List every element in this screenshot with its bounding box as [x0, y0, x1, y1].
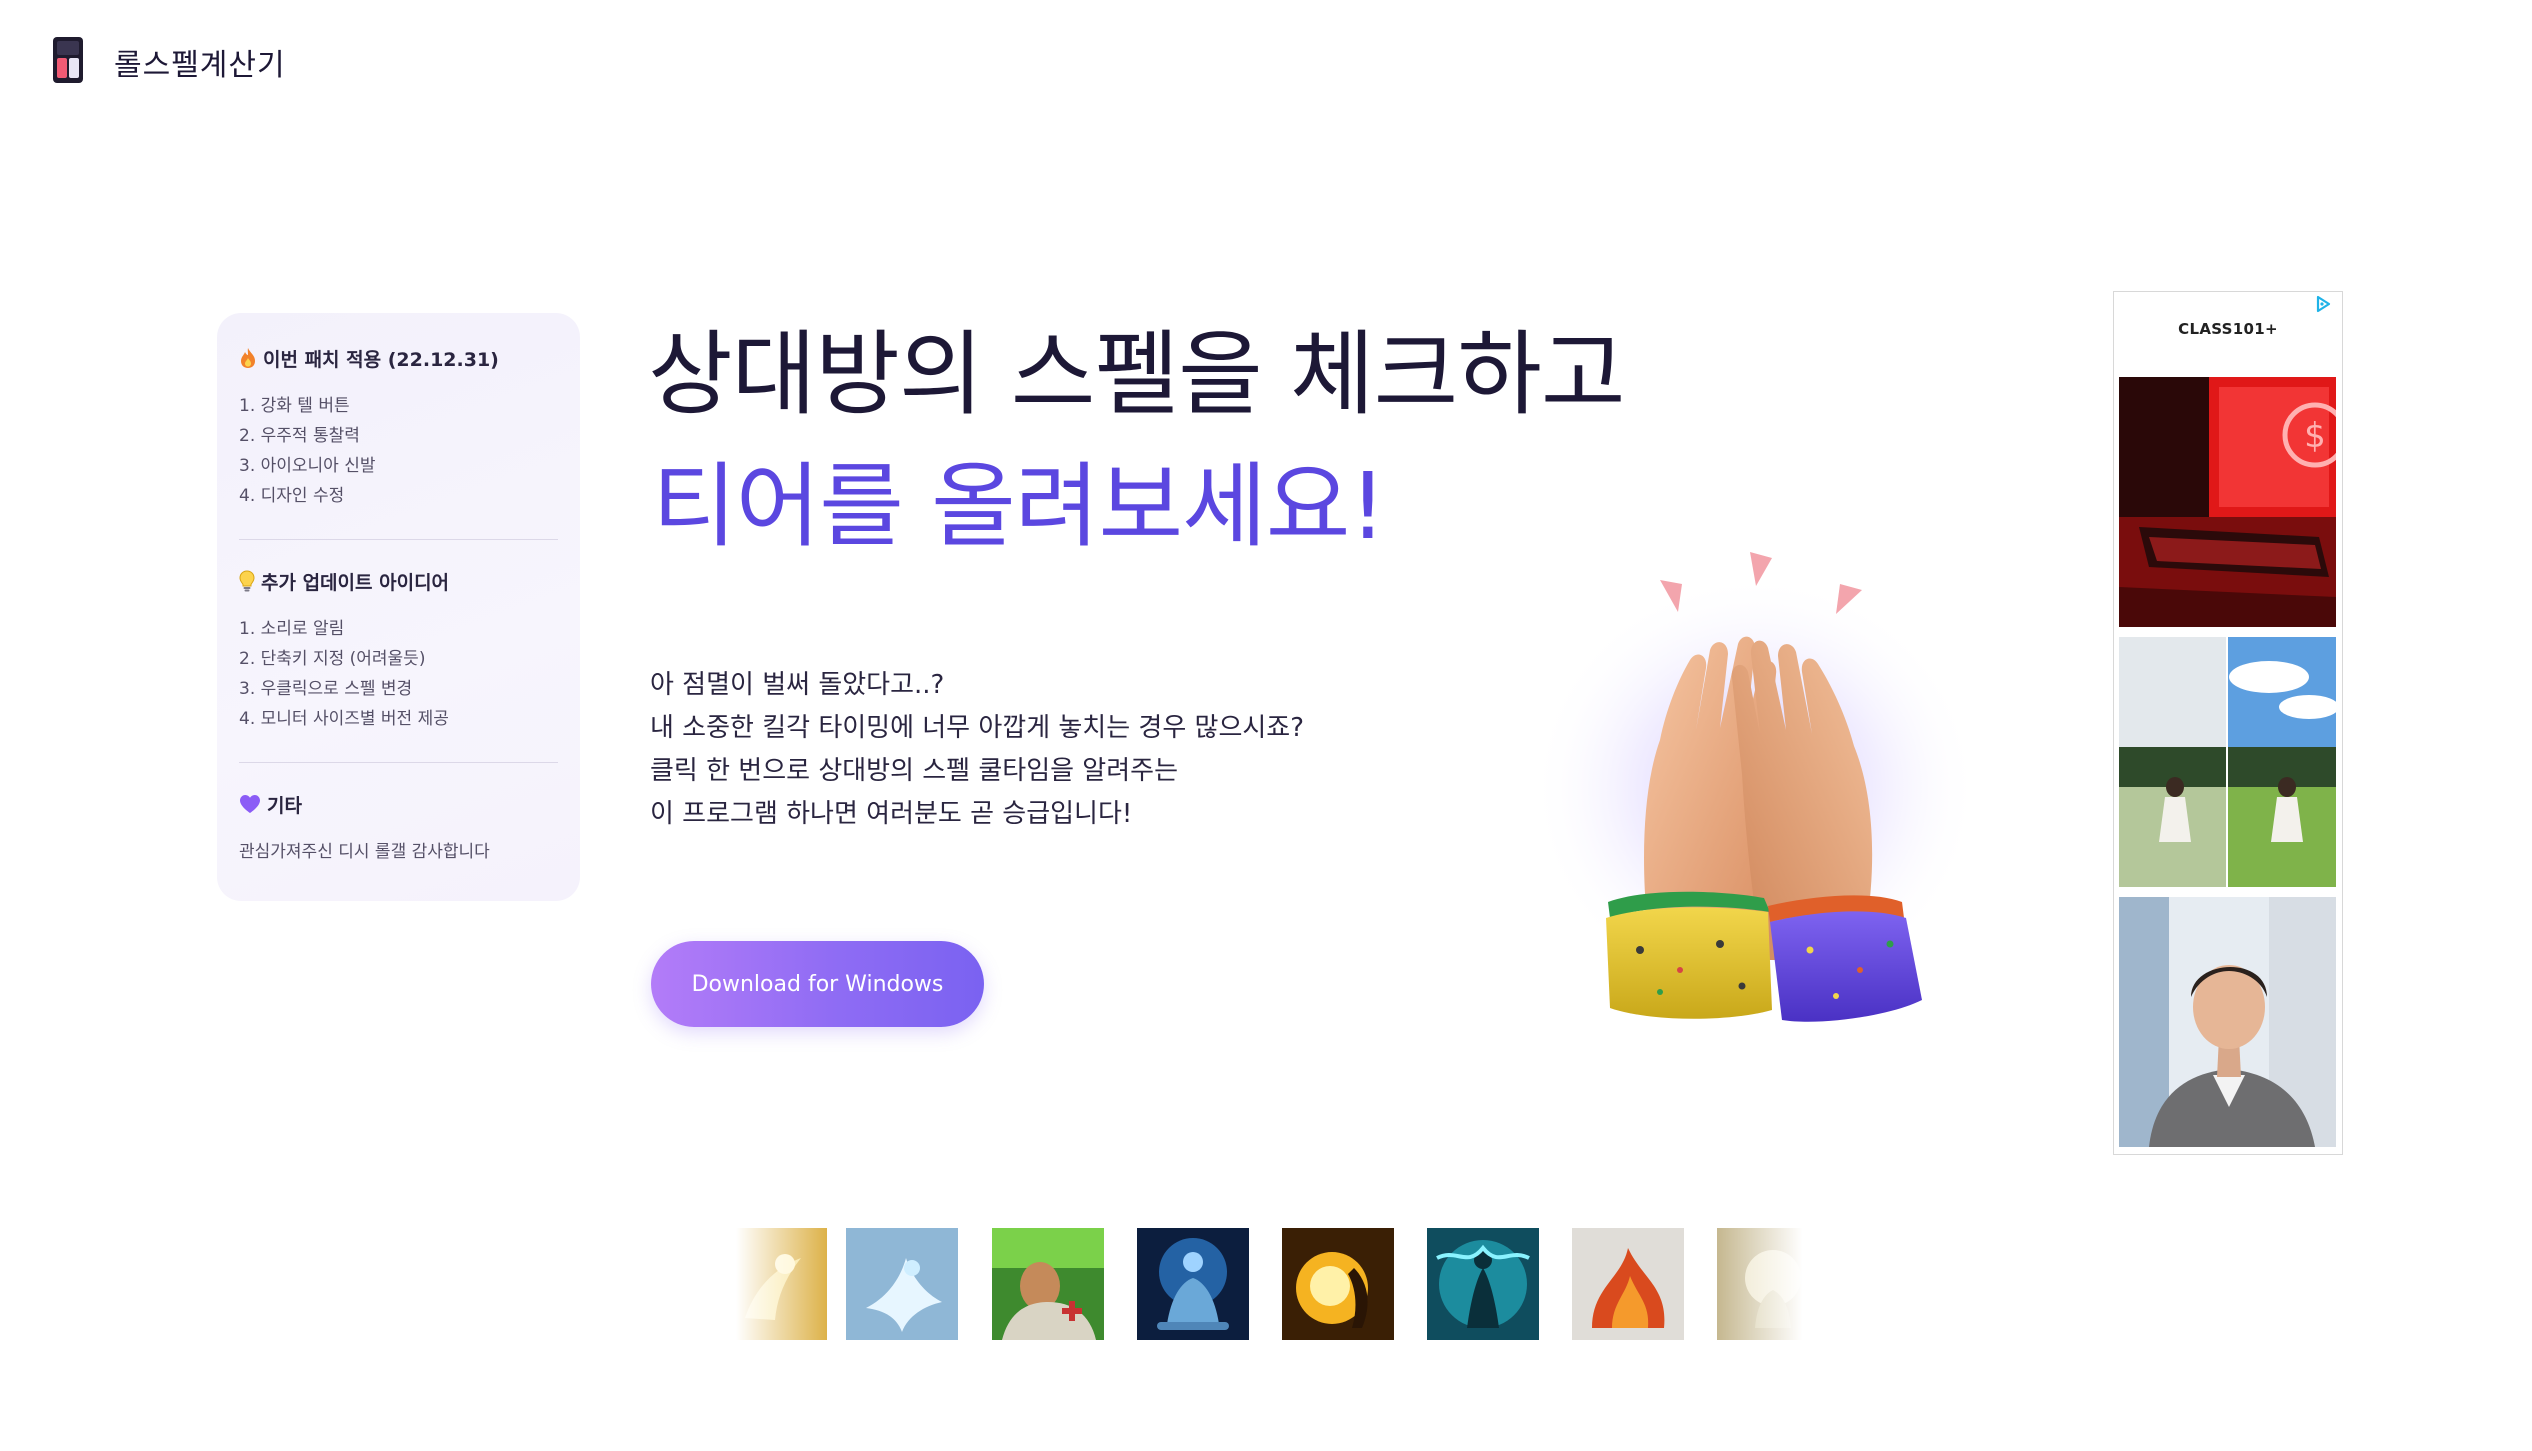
description-line: 이 프로그램 하나면 여러분도 곧 승급입니다!	[650, 799, 1133, 829]
ad-choices-icon[interactable]	[2314, 295, 2332, 317]
notes-item: 4. 모니터 사이즈별 버전 제공	[239, 709, 449, 729]
brand-name[interactable]: 롤스펠계산기	[114, 40, 286, 84]
notes-heading-current-patch: 이번 패치 적용 (22.12.31)	[263, 348, 499, 371]
app-logo-icon[interactable]	[52, 36, 84, 84]
notes-item: 2. 단축키 지정 (어려울듯)	[239, 649, 426, 669]
notes-section-ideas: 추가 업데이트 아이디어 1. 소리로 알림 2. 단축키 지정 (어려울듯) …	[239, 566, 558, 734]
description-line: 클릭 한 번으로 상대방의 스펠 쿨타임을 알려주는	[650, 756, 1178, 786]
patch-notes-card: 이번 패치 적용 (22.12.31) 1. 강화 텔 버튼 2. 우주적 통찰…	[217, 313, 580, 901]
spell-icon-row	[710, 1228, 1840, 1340]
ghost-spell-icon	[715, 1228, 827, 1340]
notes-item: 3. 아이오니아 신발	[239, 456, 376, 476]
notes-section-current-patch: 이번 패치 적용 (22.12.31) 1. 강화 텔 버튼 2. 우주적 통찰…	[239, 343, 558, 511]
barrier-spell-icon	[1427, 1228, 1539, 1340]
notes-thanks-text: 관심가져주신 디시 롤갤 감사합니다	[239, 842, 490, 862]
ad-brand-text[interactable]: CLASS101+	[2114, 320, 2342, 338]
description-line: 내 소중한 킬각 타이밍에 너무 아깝게 놓치는 경우 많으시죠?	[650, 713, 1304, 743]
ignite-spell-icon	[1282, 1228, 1394, 1340]
girl-in-field-ad-image[interactable]	[2119, 637, 2336, 887]
red-gaming-pc-ad-image[interactable]: $	[2119, 377, 2336, 627]
advertisement-panel[interactable]: CLASS101+ $	[2113, 291, 2343, 1155]
hero-headline-line2: 티어를 올려보세요!	[652, 453, 1386, 560]
svg-text:$: $	[2304, 416, 2326, 456]
hero-description: 아 점멸이 벌써 돌았다고..? 내 소중한 킬각 타이밍에 너무 아깝게 놓치…	[650, 664, 1304, 836]
notes-item: 2. 우주적 통찰력	[239, 426, 360, 446]
lightbulb-icon	[239, 570, 255, 592]
notes-item: 4. 디자인 수정	[239, 486, 345, 506]
purple-heart-icon	[240, 795, 260, 813]
notes-item: 1. 강화 텔 버튼	[239, 396, 350, 416]
flash-spell-icon	[846, 1228, 958, 1340]
clarity-spell-icon	[1137, 1228, 1249, 1340]
fire-icon	[241, 348, 255, 368]
download-for-windows-button[interactable]: Download for Windows	[651, 941, 984, 1027]
notes-divider	[239, 762, 558, 763]
high-five-hands-illustration	[1510, 540, 2000, 1040]
heal-spell-icon	[992, 1228, 1104, 1340]
notes-heading-ideas: 추가 업데이트 아이디어	[261, 571, 450, 594]
notes-section-etc: 기타 관심가져주신 디시 롤갤 감사합니다	[239, 789, 558, 863]
notes-heading-etc: 기타	[267, 794, 302, 817]
hero-headline-line1: 상대방의 스펠을 체크하고	[648, 321, 1626, 428]
man-in-suit-ad-image[interactable]	[2119, 897, 2336, 1147]
smite-spell-icon	[1572, 1228, 1684, 1340]
description-line: 아 점멸이 벌써 돌았다고..?	[650, 670, 945, 700]
notes-item: 3. 우클릭으로 스펠 변경	[239, 679, 413, 699]
cleanse-spell-icon	[1717, 1228, 1829, 1340]
notes-item: 1. 소리로 알림	[239, 619, 345, 639]
notes-divider	[239, 539, 558, 540]
